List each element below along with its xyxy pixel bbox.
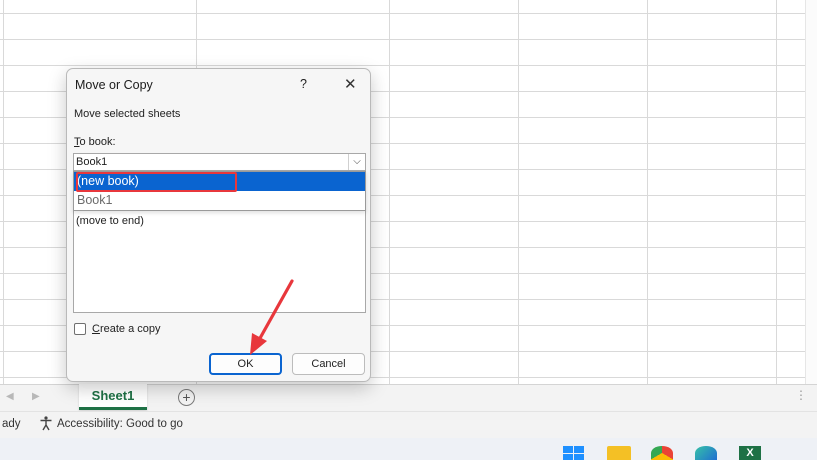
before-sheet-list[interactable]: (move to end): [73, 207, 366, 313]
option-book1[interactable]: Book1: [74, 191, 365, 210]
chevron-down-icon[interactable]: ⌵: [348, 154, 365, 170]
close-icon[interactable]: ✕: [344, 75, 357, 93]
ok-button[interactable]: OK: [209, 353, 282, 375]
windows-start-icon[interactable]: [563, 446, 585, 460]
to-book-value: Book1: [76, 156, 108, 168]
sheet-tab-bar: ◀ ▶ Sheet1 + ⋮: [0, 384, 817, 411]
edge-icon[interactable]: [695, 446, 717, 460]
taskbar: X: [0, 438, 817, 460]
excel-icon[interactable]: X: [739, 446, 761, 460]
status-ready-text: ady: [2, 418, 21, 430]
tab-next-icon[interactable]: ▶: [32, 391, 40, 402]
cancel-button[interactable]: Cancel: [292, 353, 365, 375]
to-book-options-list: (new book) Book1: [73, 171, 366, 211]
vertical-scrollbar[interactable]: [805, 0, 817, 384]
create-copy-checkbox[interactable]: [74, 323, 86, 335]
chrome-icon[interactable]: [651, 446, 673, 460]
move-or-copy-dialog: Move or Copy ? ✕ Move selected sheets To…: [66, 68, 371, 382]
dialog-subtitle: Move selected sheets: [74, 108, 181, 120]
accessibility-status[interactable]: Accessibility: Good to go: [57, 418, 183, 430]
add-sheet-icon[interactable]: +: [178, 389, 195, 406]
to-book-dropdown[interactable]: Book1 ⌵: [73, 153, 366, 171]
help-icon[interactable]: ?: [300, 77, 307, 91]
tab-prev-icon[interactable]: ◀: [6, 391, 14, 402]
file-explorer-icon[interactable]: [607, 446, 631, 460]
sheet-tab-sheet1[interactable]: Sheet1: [79, 384, 147, 410]
list-item[interactable]: (move to end): [76, 215, 144, 227]
status-bar: ady Accessibility: Good to go: [0, 411, 817, 438]
tabbar-more-icon[interactable]: ⋮: [795, 388, 807, 402]
accessibility-icon[interactable]: [38, 415, 54, 434]
to-book-label: To book:: [74, 136, 116, 148]
annotation-highlight-box: [76, 172, 237, 192]
dialog-title: Move or Copy: [75, 78, 153, 92]
create-copy-label[interactable]: Create a copy: [92, 323, 161, 335]
